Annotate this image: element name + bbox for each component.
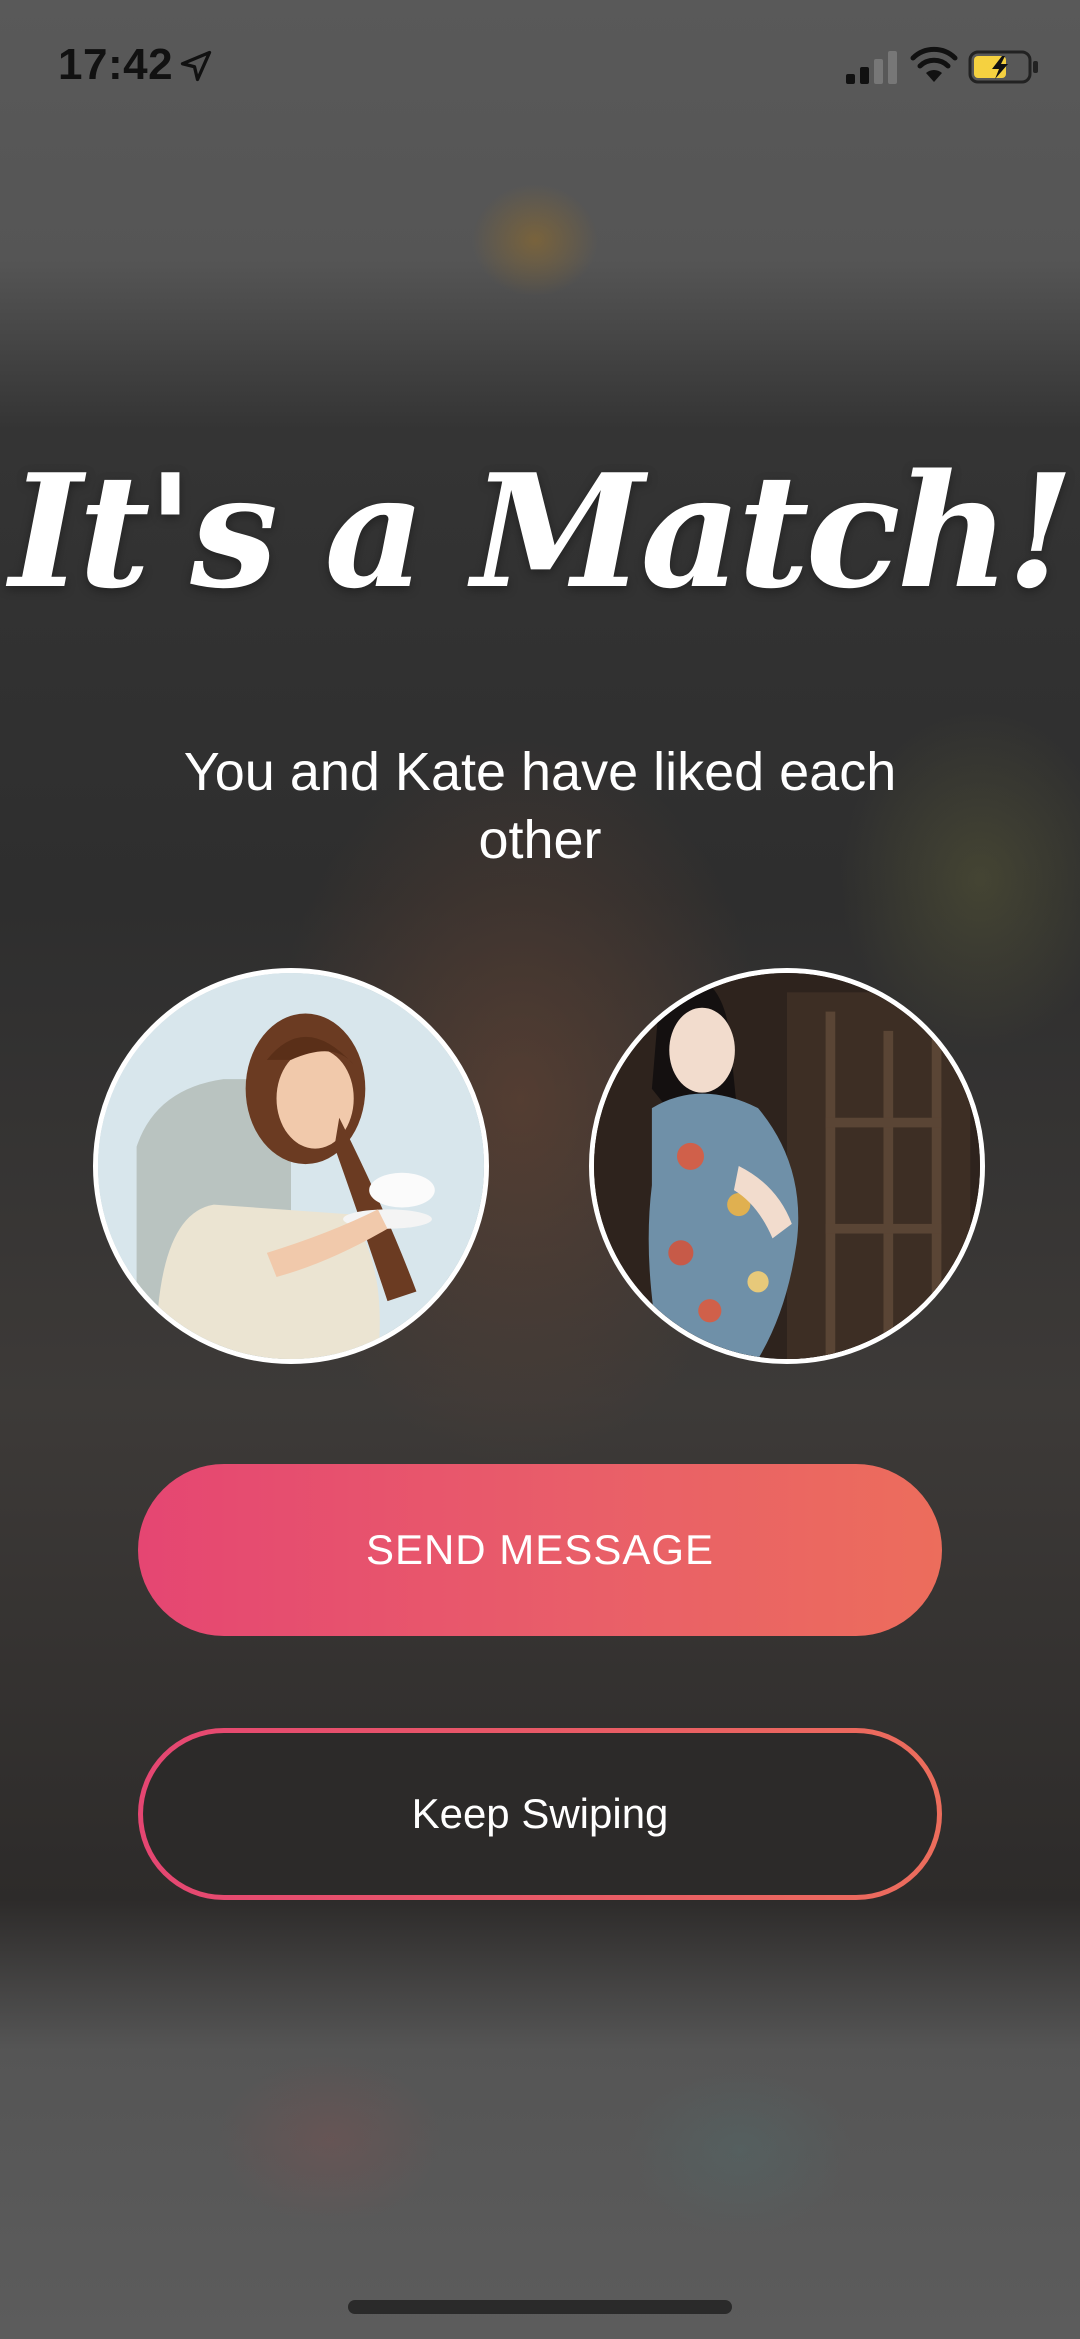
- match-subtitle: You and Kate have liked each other: [183, 742, 897, 870]
- cellular-signal-icon: [846, 51, 897, 84]
- user-photo: [98, 973, 484, 1359]
- battery-charging-icon: [968, 50, 1038, 84]
- match-title: It's a Match!: [9, 440, 1074, 623]
- send-message-button[interactable]: SEND MESSAGE: [138, 1464, 942, 1636]
- wifi-icon: [910, 46, 958, 82]
- location-arrow-icon: [180, 50, 212, 82]
- user-avatar: [93, 968, 489, 1364]
- match-avatar: [589, 968, 985, 1364]
- status-bar: 17:42: [0, 0, 1080, 130]
- match-photo-kate: [594, 973, 980, 1359]
- home-indicator[interactable]: [348, 2300, 732, 2314]
- keep-swiping-button[interactable]: Keep Swiping: [138, 1728, 942, 1900]
- status-time: 17:42: [58, 40, 174, 89]
